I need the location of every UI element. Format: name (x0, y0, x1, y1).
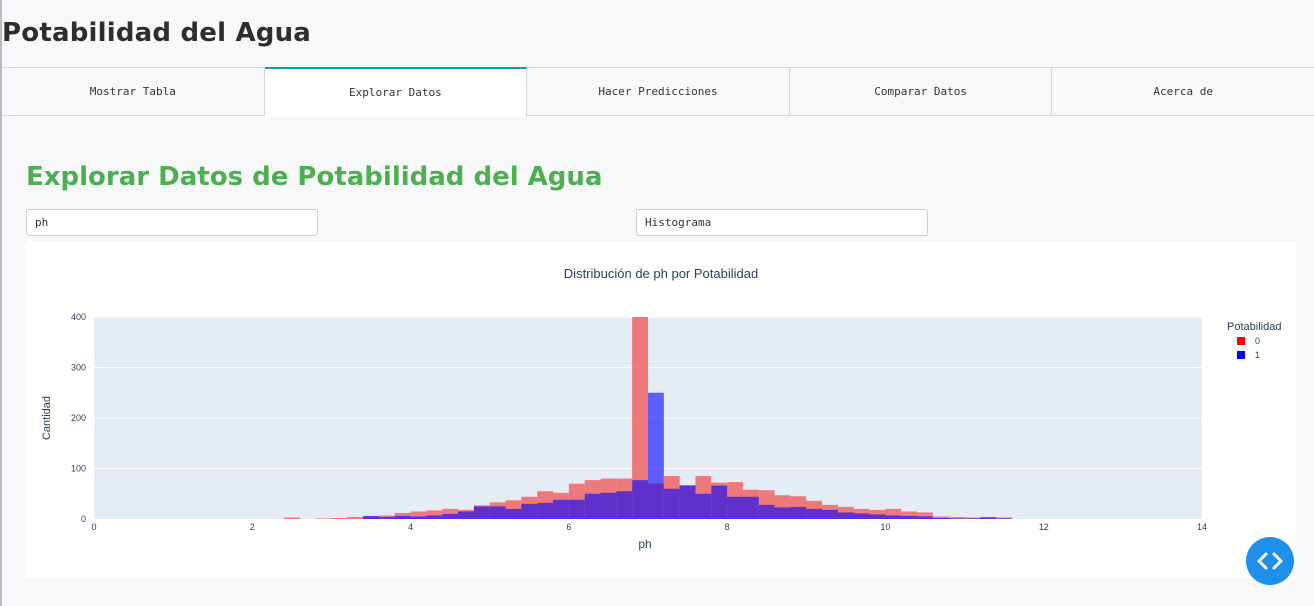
histogram-bar-series-1[interactable] (663, 488, 680, 519)
legend-swatch-1[interactable] (1237, 351, 1245, 359)
histogram-bar-series-1[interactable] (489, 506, 506, 519)
histogram-bar-series-1[interactable] (584, 493, 601, 519)
histogram-bar-series-1[interactable] (553, 499, 569, 519)
code-brackets-icon (1257, 552, 1283, 570)
histogram-bar-series-1[interactable] (901, 515, 918, 519)
histogram-bar-series-1[interactable] (679, 485, 696, 519)
histogram-bar-series-1[interactable] (980, 517, 997, 519)
histogram-bar-series-0[interactable] (283, 517, 300, 519)
histogram-bar-series-1[interactable] (394, 515, 411, 519)
histogram-bar-series-1[interactable] (742, 496, 759, 519)
histogram-bar-series-1[interactable] (378, 516, 395, 519)
histogram-bar-series-1[interactable] (790, 506, 807, 519)
chart-type-dropdown-value: Histograma (645, 216, 712, 229)
chart-type-dropdown[interactable]: Histograma (636, 209, 928, 236)
histogram-bar-series-1[interactable] (853, 513, 870, 519)
legend-label-1[interactable]: 1 (1255, 350, 1260, 360)
x-tick-label: 4 (408, 522, 413, 532)
histogram-bar-series-1[interactable] (964, 518, 981, 519)
variable-dropdown-value: ph (35, 216, 49, 229)
histogram-bar-series-1[interactable] (758, 504, 775, 519)
tab-hacer-predicciones[interactable]: Hacer Predicciones (527, 68, 790, 115)
histogram-bar-series-1[interactable] (932, 517, 949, 519)
histogram-bar-series-1[interactable] (616, 491, 633, 519)
histogram-bar-series-1[interactable] (917, 516, 933, 519)
app-title: Potabilidad del Agua (2, 18, 312, 48)
histogram-bar-series-1[interactable] (521, 503, 538, 519)
histogram-bar-series-1[interactable] (727, 496, 743, 519)
histogram-bar-series-1[interactable] (837, 512, 854, 519)
histogram-chart: Distribución de ph por Potabilidad 0 100 2… (26, 241, 1296, 578)
tab-explorar-datos[interactable]: Explorar Datos (264, 67, 528, 117)
y-axis-label: Cantidad (41, 396, 53, 440)
variable-dropdown[interactable]: ph (26, 209, 318, 236)
tab-bar: Mostrar Tabla Explorar Datos Hacer Predi… (2, 67, 1314, 117)
histogram-bar-series-1[interactable] (774, 507, 791, 519)
histogram-bar-series-1[interactable] (458, 511, 474, 519)
code-toggle-button[interactable] (1246, 537, 1294, 585)
histogram-bar-series-1[interactable] (505, 508, 522, 519)
histogram-bar-series-0[interactable] (315, 518, 332, 519)
histogram-bar-series-0[interactable] (331, 517, 348, 519)
histogram-bar-series-1[interactable] (537, 502, 554, 519)
histogram-bar-series-1[interactable] (996, 518, 1013, 519)
y-tick-label: 200 (71, 413, 86, 423)
histogram-bar-series-1[interactable] (632, 480, 648, 519)
histogram-bar-series-1[interactable] (648, 392, 664, 519)
histogram-bar-series-1[interactable] (473, 506, 490, 519)
histogram-bar-series-1[interactable] (442, 513, 459, 519)
histogram-bar-series-1[interactable] (410, 516, 427, 519)
histogram-bar-series-1[interactable] (426, 515, 443, 519)
chart-title: Distribución de ph por Potabilidad (564, 266, 758, 281)
histogram-bar-series-1[interactable] (363, 515, 379, 519)
x-tick-label: 0 (91, 522, 96, 532)
tab-mostrar-tabla[interactable]: Mostrar Tabla (2, 68, 265, 115)
y-tick-label: 0 (81, 514, 86, 524)
histogram-bar-series-1[interactable] (948, 518, 965, 519)
histogram-bar-series-0[interactable] (347, 516, 364, 519)
tab-comparar-datos[interactable]: Comparar Datos (790, 68, 1053, 115)
x-tick-label: 12 (1039, 522, 1049, 532)
histogram-svg: Distribución de ph por Potabilidad 01002… (41, 266, 1281, 551)
legend-label-0[interactable]: 0 (1255, 336, 1260, 346)
tab-acerca-de[interactable]: Acerca de (1052, 68, 1314, 115)
histogram-bar-series-1[interactable] (806, 508, 823, 519)
histogram-bar-series-1[interactable] (695, 493, 712, 519)
histogram-bar-series-1[interactable] (822, 509, 838, 519)
y-tick-label: 100 (71, 464, 86, 474)
y-tick-label: 400 (71, 312, 86, 322)
x-tick-label: 8 (725, 522, 730, 532)
x-tick-label: 2 (250, 522, 255, 532)
x-tick-label: 6 (566, 522, 571, 532)
legend-swatch-0[interactable] (1237, 337, 1245, 345)
x-tick-label: 10 (880, 522, 890, 532)
legend-title: Potabilidad (1227, 321, 1281, 333)
histogram-bar-series-1[interactable] (885, 515, 902, 519)
histogram-bar-series-1[interactable] (568, 499, 585, 519)
x-tick-label: 14 (1197, 522, 1207, 532)
legend: Potabilidad 0 1 (1227, 321, 1281, 360)
x-axis-label: ph (638, 537, 651, 551)
histogram-bar-series-1[interactable] (711, 485, 728, 519)
histogram-bar-series-1[interactable] (869, 514, 886, 519)
y-tick-label: 300 (71, 363, 86, 373)
section-title: Explorar Datos de Potabilidad del Agua (26, 162, 603, 192)
histogram-bar-series-1[interactable] (600, 492, 617, 519)
